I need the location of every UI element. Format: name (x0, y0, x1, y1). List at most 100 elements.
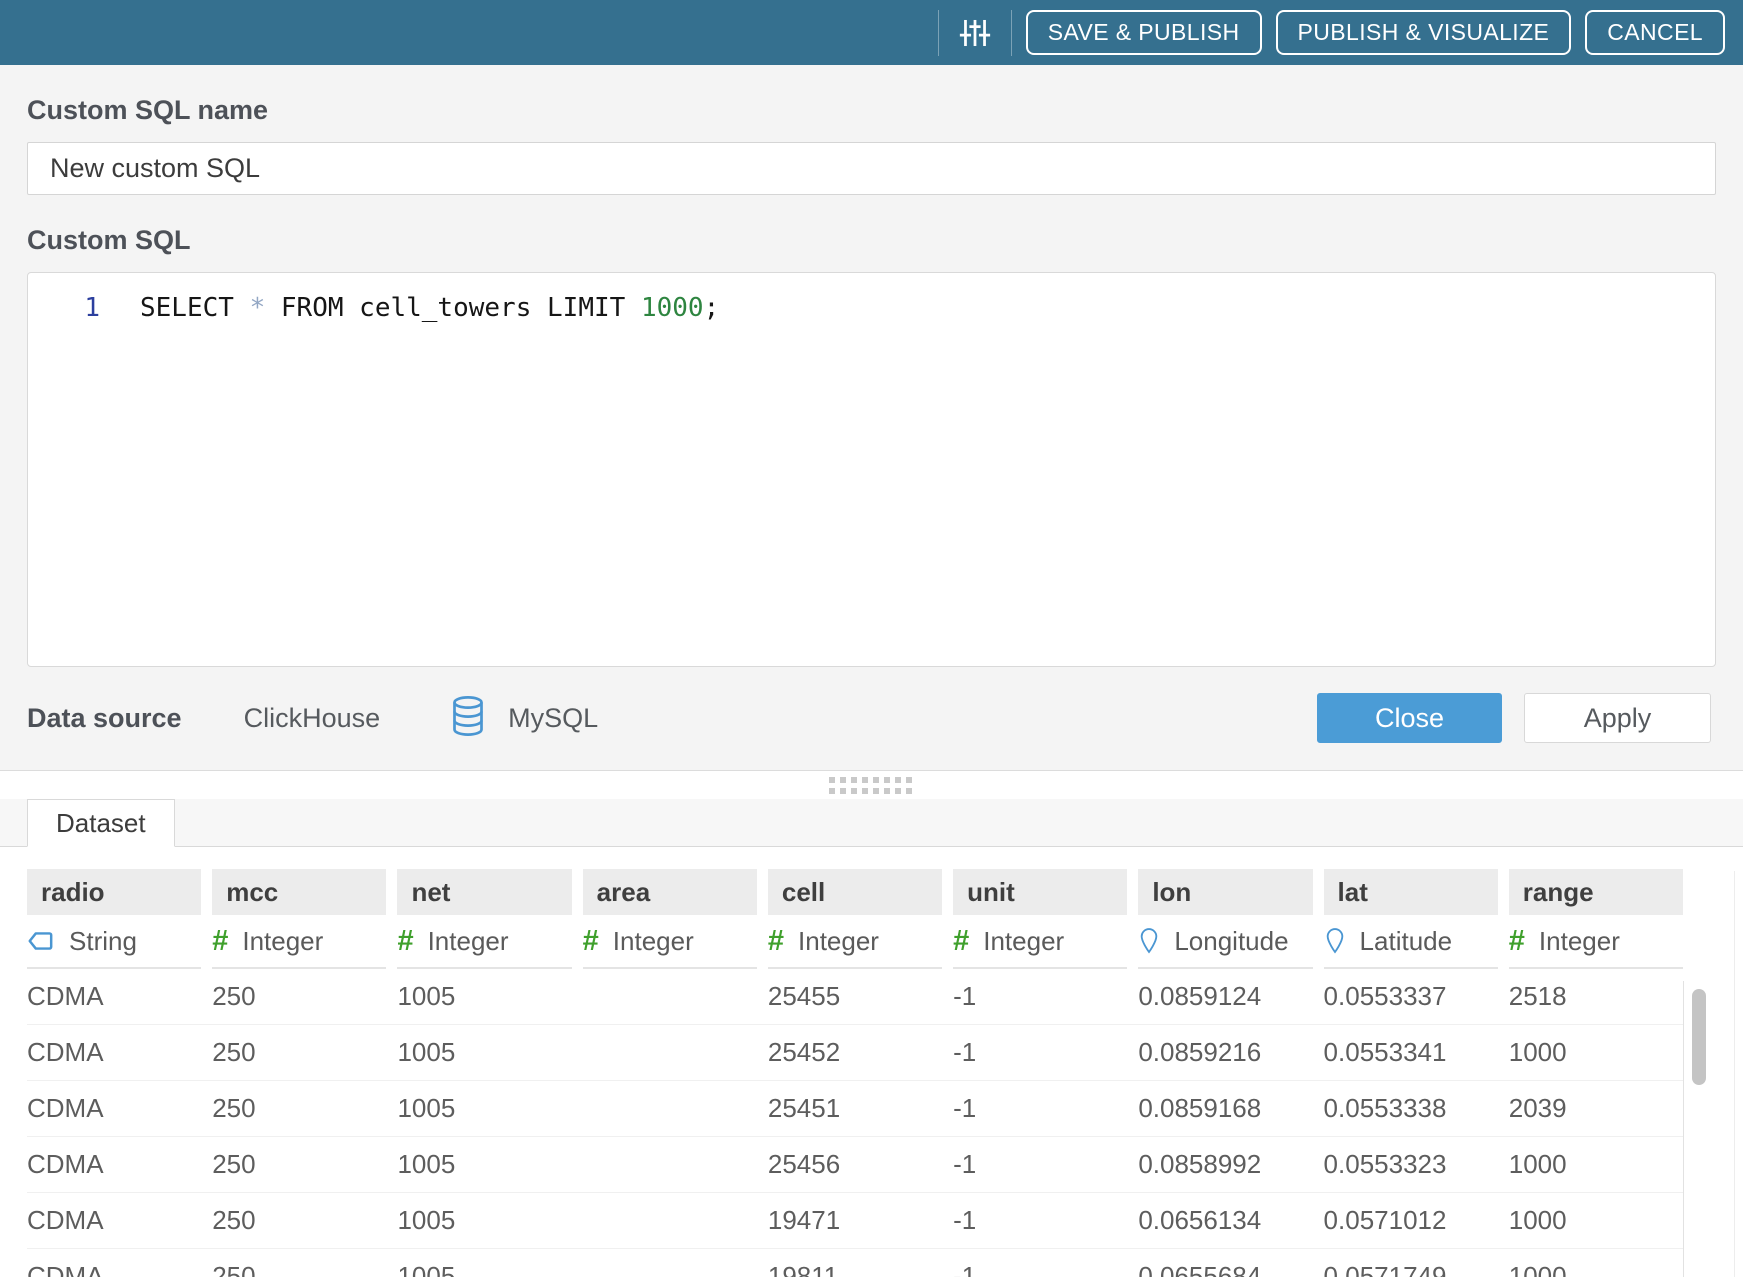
table-cell: 1005 (397, 981, 571, 1012)
close-button[interactable]: Close (1317, 693, 1502, 743)
table-cell: 2518 (1509, 981, 1683, 1012)
table-type-row: String#Integer#Integer#Integer#Integer#I… (27, 915, 1683, 969)
table-row: CDMA250100519471-10.06561340.05710121000 (27, 1193, 1683, 1249)
column-type-radio[interactable]: String (27, 915, 201, 969)
column-type-lat[interactable]: Latitude (1324, 915, 1498, 969)
custom-sql-name-label: Custom SQL name (27, 95, 1716, 126)
custom-sql-name-input[interactable] (27, 142, 1716, 195)
sql-token (234, 293, 250, 323)
table-cell: 250 (212, 1149, 386, 1180)
publish-and-visualize-button[interactable]: PUBLISH & VISUALIZE (1276, 10, 1572, 55)
sql-code-line[interactable]: SELECT * FROM cell_towers LIMIT 1000; (140, 287, 719, 666)
table-scrollbar-thumb[interactable] (1692, 989, 1706, 1085)
longitude-icon (1138, 926, 1160, 956)
table-row: CDMA250100525451-10.08591680.05533382039 (27, 1081, 1683, 1137)
integer-icon: # (953, 925, 969, 958)
drag-dots (829, 777, 915, 783)
table-cell: 250 (212, 1261, 386, 1277)
column-type-label: Longitude (1174, 926, 1288, 957)
table-cell: 0.0553323 (1324, 1149, 1498, 1180)
table-cell: 25456 (768, 1149, 942, 1180)
table-header-row: radiomccnetareacellunitlonlatrange (27, 869, 1683, 915)
table-cell: 250 (212, 1093, 386, 1124)
column-type-label: Integer (1539, 926, 1620, 957)
column-header-range[interactable]: range (1509, 869, 1683, 915)
tab-dataset[interactable]: Dataset (27, 799, 175, 847)
table-cell: 1005 (397, 1149, 571, 1180)
sliders-icon[interactable] (953, 15, 997, 51)
cancel-button[interactable]: CANCEL (1585, 10, 1725, 55)
table-cell: 250 (212, 1205, 386, 1236)
table-body: CDMA250100525455-10.08591240.05533372518… (0, 969, 1743, 1277)
drag-dots (829, 788, 915, 794)
column-type-unit[interactable]: #Integer (953, 915, 1127, 969)
save-and-publish-button[interactable]: SAVE & PUBLISH (1026, 10, 1262, 55)
data-source-label: Data source (27, 703, 182, 734)
column-header-radio[interactable]: radio (27, 869, 201, 915)
column-type-net[interactable]: #Integer (397, 915, 571, 969)
integer-icon: # (212, 925, 228, 958)
column-type-label: Integer (798, 926, 879, 957)
topbar-divider (938, 10, 939, 56)
data-source-item-mysql-label: MySQL (508, 703, 598, 734)
table-cell: 0.0655684 (1138, 1261, 1312, 1277)
integer-icon: # (583, 925, 599, 958)
table-cell: 0.0858992 (1138, 1149, 1312, 1180)
table-cell: 1000 (1509, 1205, 1683, 1236)
column-type-lon[interactable]: Longitude (1138, 915, 1312, 969)
table-cell: 0.0859168 (1138, 1093, 1312, 1124)
column-header-net[interactable]: net (397, 869, 571, 915)
panel-tab-bar: Dataset (0, 799, 1743, 847)
table-cell: 0.0553341 (1324, 1037, 1498, 1068)
sql-token: cell_towers (344, 293, 548, 323)
table-cell: CDMA (27, 1037, 201, 1068)
column-header-unit[interactable]: unit (953, 869, 1127, 915)
topbar-divider (1011, 10, 1012, 56)
integer-icon: # (397, 925, 413, 958)
sql-code-editor[interactable]: 1 SELECT * FROM cell_towers LIMIT 1000; (27, 272, 1716, 667)
table-cell: -1 (953, 1261, 1127, 1277)
string-icon (27, 930, 55, 952)
data-source-item-mysql[interactable]: MySQL (450, 695, 598, 742)
table-cell: -1 (953, 1205, 1127, 1236)
sql-token (265, 293, 281, 323)
column-header-lat[interactable]: lat (1324, 869, 1498, 915)
table-row: CDMA250100525452-10.08592160.05533411000 (27, 1025, 1683, 1081)
table-cell: 0.0571012 (1324, 1205, 1498, 1236)
table-cell: 1005 (397, 1261, 571, 1277)
panel-resize-handle[interactable] (0, 771, 1743, 799)
table-cell: 19471 (768, 1205, 942, 1236)
table-cell: 0.0859124 (1138, 981, 1312, 1012)
editor-footer: Data source ClickHouse MySQL Close Apply (27, 693, 1716, 743)
table-cell: 250 (212, 1037, 386, 1068)
column-header-cell[interactable]: cell (768, 869, 942, 915)
sql-token: * (250, 293, 266, 323)
table-cell: CDMA (27, 1149, 201, 1180)
integer-icon: # (768, 925, 784, 958)
column-type-range[interactable]: #Integer (1509, 915, 1683, 969)
column-type-cell[interactable]: # Integer (768, 915, 942, 969)
column-type-label: Integer (242, 926, 323, 957)
table-row: CDMA250100525455-10.08591240.05533372518 (27, 969, 1683, 1025)
table-cell: CDMA (27, 1093, 201, 1124)
table-cell: CDMA (27, 1205, 201, 1236)
column-type-area[interactable]: #Integer (583, 915, 757, 969)
column-header-lon[interactable]: lon (1138, 869, 1312, 915)
sql-token: SELECT (140, 293, 234, 323)
latitude-icon (1324, 926, 1346, 956)
table-row: CDMA250100525456-10.08589920.05533231000 (27, 1137, 1683, 1193)
column-header-mcc[interactable]: mcc (212, 869, 386, 915)
table-cell: CDMA (27, 1261, 201, 1277)
table-cell: CDMA (27, 981, 201, 1012)
custom-sql-form: Custom SQL name Custom SQL 1 SELECT * FR… (0, 95, 1743, 743)
table-cell: 19811 (768, 1261, 942, 1277)
column-header-area[interactable]: area (583, 869, 757, 915)
sql-token (625, 293, 641, 323)
table-cell: 1000 (1509, 1149, 1683, 1180)
data-source-item-clickhouse[interactable]: ClickHouse (244, 703, 381, 734)
column-type-label: String (69, 926, 137, 957)
table-row: CDMA250100519811-10.06556840.05717491000 (27, 1249, 1683, 1277)
table-cell: 0.0553337 (1324, 981, 1498, 1012)
apply-button[interactable]: Apply (1524, 693, 1711, 743)
column-type-mcc[interactable]: # Integer (212, 915, 386, 969)
